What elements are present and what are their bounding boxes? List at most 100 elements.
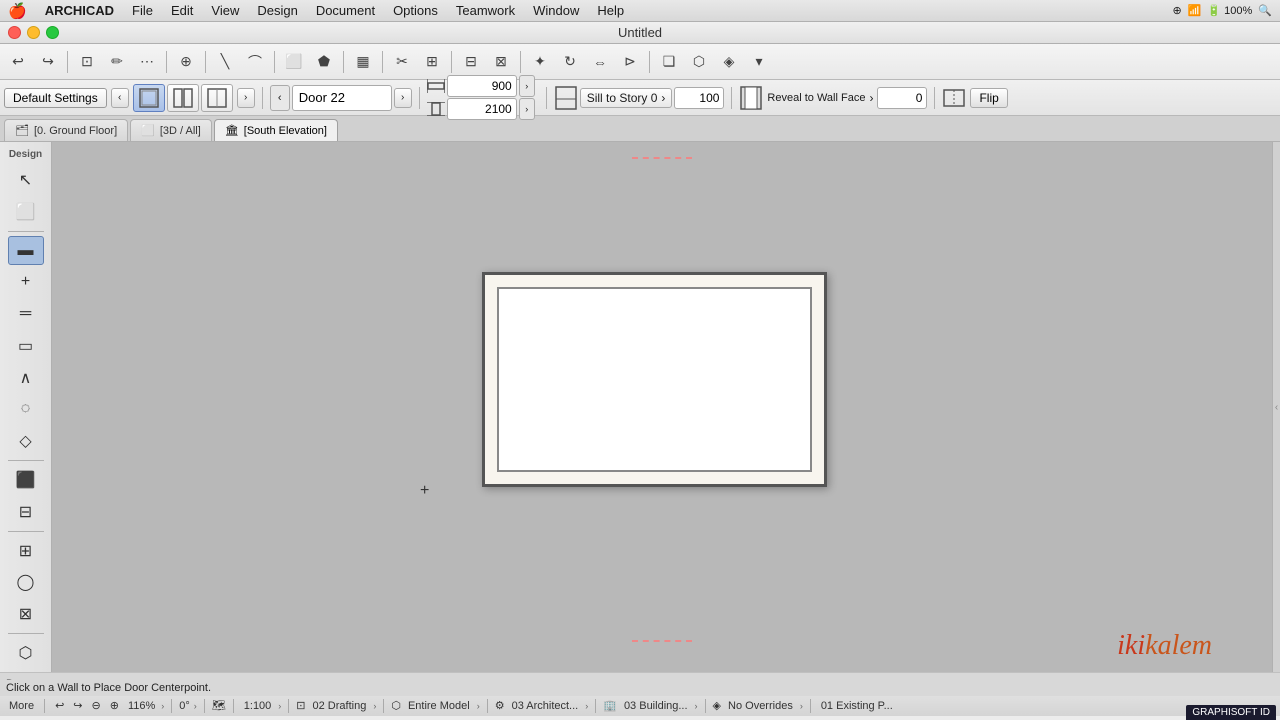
tab-south-elevation[interactable]: 🏛 [South Elevation] [214, 119, 338, 141]
story-selector[interactable]: Sill to Story 0 › [580, 88, 673, 108]
settings-arrow-left[interactable]: ‹ [111, 88, 129, 108]
group-button[interactable]: ❏ [655, 48, 683, 76]
building-display[interactable]: 03 Building... [621, 699, 691, 713]
menu-teamwork[interactable]: Teamwork [448, 1, 523, 20]
menu-view[interactable]: View [203, 1, 247, 20]
marquee-tool[interactable]: ⬜ [8, 197, 44, 227]
floor-height-input[interactable] [674, 87, 724, 109]
move-button[interactable]: ✦ [526, 48, 554, 76]
fill-button[interactable]: ▦ [349, 48, 377, 76]
door-type-sliding[interactable] [201, 84, 233, 112]
default-settings-button[interactable]: Default Settings [4, 88, 107, 108]
overrides-display[interactable]: No Overrides [725, 699, 796, 713]
zoom-out-button[interactable]: ⊖ [89, 698, 104, 713]
canvas-area[interactable]: + ikikalem [52, 142, 1272, 672]
window-title: Untitled [618, 25, 662, 40]
reveal-input[interactable] [877, 87, 927, 109]
slab-tool[interactable]: ▭ [8, 331, 44, 361]
architect-display[interactable]: 03 Architect... [509, 699, 582, 713]
arc-button[interactable]: ⌒ [241, 48, 269, 76]
search-icon[interactable]: 🔍 [1258, 4, 1272, 17]
flip-button[interactable]: Flip [970, 88, 1007, 108]
door-type-double[interactable] [167, 84, 199, 112]
menu-file[interactable]: File [124, 1, 161, 20]
pencil-tool-button[interactable]: ✏ [103, 48, 131, 76]
width-input[interactable] [447, 75, 517, 97]
mirror-button[interactable]: ⇔ [586, 48, 614, 76]
width-arrow[interactable]: › [519, 75, 535, 97]
close-button[interactable] [8, 26, 21, 39]
tab-3d[interactable]: ⬜ [3D / All] [130, 119, 212, 141]
door-arrow-right[interactable]: › [237, 88, 255, 108]
zone-tool[interactable]: ◯ [8, 568, 44, 598]
split-button[interactable]: ⊟ [457, 48, 485, 76]
menu-document[interactable]: Document [308, 1, 383, 20]
sidebar-sep-3 [8, 531, 44, 532]
door-name-arrow-left[interactable]: ‹ [270, 85, 290, 111]
elements-button[interactable]: ⬡ [685, 48, 713, 76]
height-field: › [427, 98, 535, 120]
existing-display[interactable]: 01 Existing P... [818, 699, 896, 713]
menu-archicad[interactable]: ARCHICAD [37, 1, 122, 20]
stair-tool[interactable]: ⬛ [8, 465, 44, 495]
trim-button[interactable]: ✂ [388, 48, 416, 76]
undo-button[interactable]: ↩ [4, 48, 32, 76]
arrow-tool[interactable]: ↖ [8, 165, 44, 195]
door-type-single[interactable] [133, 84, 165, 112]
minimize-button[interactable] [27, 26, 40, 39]
more-tools-button[interactable]: ▾ [745, 48, 773, 76]
railing-tool[interactable]: ⊟ [8, 497, 44, 527]
height-arrow[interactable]: › [519, 98, 535, 120]
shell-tool[interactable]: ◌ [8, 395, 44, 425]
door-name-arrow-right[interactable]: › [394, 88, 412, 108]
polygon-button[interactable]: ⬟ [310, 48, 338, 76]
select-tool-button[interactable]: ⊡ [73, 48, 101, 76]
curtain-wall-tool[interactable]: ⊞ [8, 536, 44, 566]
line-button[interactable]: ╲ [211, 48, 239, 76]
door-inner-frame [497, 287, 812, 472]
apple-logo-icon[interactable]: 🍎 [8, 2, 27, 20]
maximize-button[interactable] [46, 26, 59, 39]
roof-tool[interactable]: ∧ [8, 363, 44, 393]
model-display[interactable]: Entire Model [405, 699, 473, 713]
status-sep-10 [810, 699, 811, 713]
right-panel-indicator[interactable]: ‹ [1272, 142, 1280, 672]
tab-ground-floor-icon: 🗂 [15, 124, 29, 137]
object-tool[interactable]: ⬡ [8, 638, 44, 668]
morph-tool[interactable]: ◇ [8, 426, 44, 456]
height-input[interactable] [447, 98, 517, 120]
column-tool[interactable]: + [8, 267, 44, 297]
menu-help[interactable]: Help [589, 1, 632, 20]
redo-button[interactable]: ↪ [34, 48, 62, 76]
sidebar-sep-1 [8, 231, 44, 232]
guidelines-button[interactable]: ⊕ [172, 48, 200, 76]
zoom-in-button[interactable]: ⊕ [107, 698, 122, 713]
beam-tool[interactable]: ═ [8, 299, 44, 329]
layer-arrow: › [373, 701, 376, 711]
menu-options[interactable]: Options [385, 1, 446, 20]
surface-button[interactable]: ◈ [715, 48, 743, 76]
status-undo-button[interactable]: ↩ [52, 698, 67, 713]
connect-button[interactable]: ⊞ [418, 48, 446, 76]
tab-ground-floor[interactable]: 🗂 [0. Ground Floor] [4, 119, 128, 141]
menu-design[interactable]: Design [249, 1, 305, 20]
rotate-button[interactable]: ↻ [556, 48, 584, 76]
offset-button[interactable]: ⊳ [616, 48, 644, 76]
layer-display[interactable]: 02 Drafting [310, 699, 370, 713]
more-button[interactable]: More [6, 699, 37, 713]
adjust-button[interactable]: ⊠ [487, 48, 515, 76]
reveal-arrow[interactable]: › [869, 91, 873, 105]
menu-window[interactable]: Window [525, 1, 587, 20]
wall-tool[interactable]: ▬ [8, 236, 44, 266]
magic-wand-button[interactable]: ⋯ [133, 48, 161, 76]
zoom-level[interactable]: 116% [125, 699, 158, 713]
status-sep-8 [595, 699, 596, 713]
mesh-tool[interactable]: ⊠ [8, 599, 44, 629]
menu-edit[interactable]: Edit [163, 1, 201, 20]
door-name-input[interactable] [292, 85, 392, 111]
status-redo-button[interactable]: ↪ [70, 698, 85, 713]
graphisoft-label: GRAPHISOFT ID [1192, 707, 1270, 718]
window-controls [8, 26, 59, 39]
rectangle-button[interactable]: ⬜ [280, 48, 308, 76]
scale-display[interactable]: 1:100 [241, 699, 275, 713]
